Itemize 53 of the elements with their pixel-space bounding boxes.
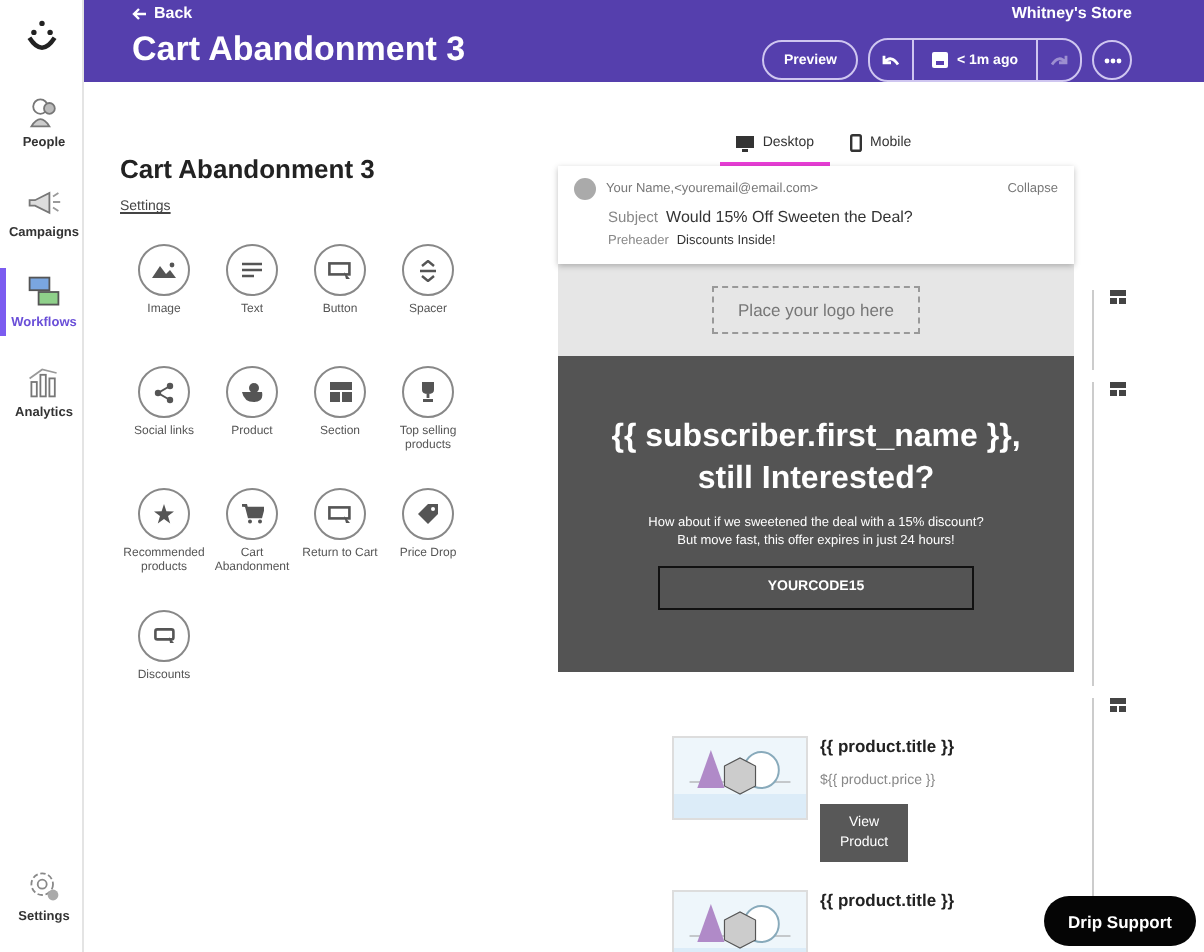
- block-button[interactable]: [314, 244, 366, 296]
- block-button[interactable]: [226, 366, 278, 418]
- email-title: Cart Abandonment 3: [120, 154, 377, 184]
- back-link[interactable]: Back: [132, 4, 466, 22]
- monitor-icon: [736, 135, 755, 151]
- back-arrow-icon: [132, 7, 146, 19]
- cart-icon: [241, 504, 263, 524]
- image-icon: [152, 262, 176, 278]
- bar-chart-icon: [26, 364, 62, 400]
- share-icon: [154, 381, 174, 403]
- cursor-box-icon: [328, 505, 352, 523]
- section-icon[interactable]: [1110, 698, 1126, 712]
- email-headline: {{ subscriber.first_name }}, still Interested?: [609, 418, 1023, 500]
- block-button[interactable]: [138, 244, 190, 296]
- support-button[interactable]: Drip Support: [1044, 896, 1196, 946]
- block-button[interactable]: [402, 488, 454, 540]
- subject-text: Would 15% Off Sweeten the Deal?: [666, 208, 913, 226]
- page-title: Cart Abandonment 3: [132, 30, 466, 70]
- gear-icon: [26, 868, 62, 904]
- logo-placeholder[interactable]: Place your logo here: [712, 286, 920, 334]
- section-icon[interactable]: [1110, 290, 1126, 304]
- avatar: [574, 178, 596, 200]
- more-icon: [1103, 57, 1121, 63]
- spacer-icon: [420, 259, 436, 281]
- block-button[interactable]: [402, 244, 454, 296]
- smile-logo[interactable]: [23, 16, 59, 56]
- workflow-icon: [26, 274, 62, 310]
- phone-icon: [850, 134, 863, 152]
- product-title: {{ product.title }}: [820, 736, 955, 756]
- text-lines-icon: [242, 262, 262, 278]
- floppy-icon: [932, 52, 949, 68]
- undo-icon: [882, 53, 901, 67]
- product-title: {{ product.title }}: [820, 890, 955, 910]
- block-button[interactable]: [138, 610, 190, 662]
- cursor-box-icon: [153, 628, 175, 644]
- store-name: Whitney's Store: [1011, 4, 1132, 22]
- section-icon[interactable]: [1110, 382, 1126, 396]
- block-button[interactable]: [402, 366, 454, 418]
- block-button[interactable]: [314, 488, 366, 540]
- redo-icon: [1050, 53, 1068, 67]
- block-button[interactable]: [226, 244, 278, 296]
- star-icon: [154, 504, 174, 524]
- block-button[interactable]: [226, 488, 278, 540]
- block-button[interactable]: [138, 366, 190, 418]
- people-icon: [26, 94, 62, 130]
- duck-icon: [241, 382, 263, 402]
- cursor-box-icon: [328, 261, 352, 279]
- more-button[interactable]: [1092, 40, 1132, 80]
- section-icon: [329, 382, 351, 402]
- block-button[interactable]: [138, 488, 190, 540]
- block-button[interactable]: [314, 366, 366, 418]
- trophy-icon: [418, 382, 438, 402]
- tag-icon: [418, 504, 438, 524]
